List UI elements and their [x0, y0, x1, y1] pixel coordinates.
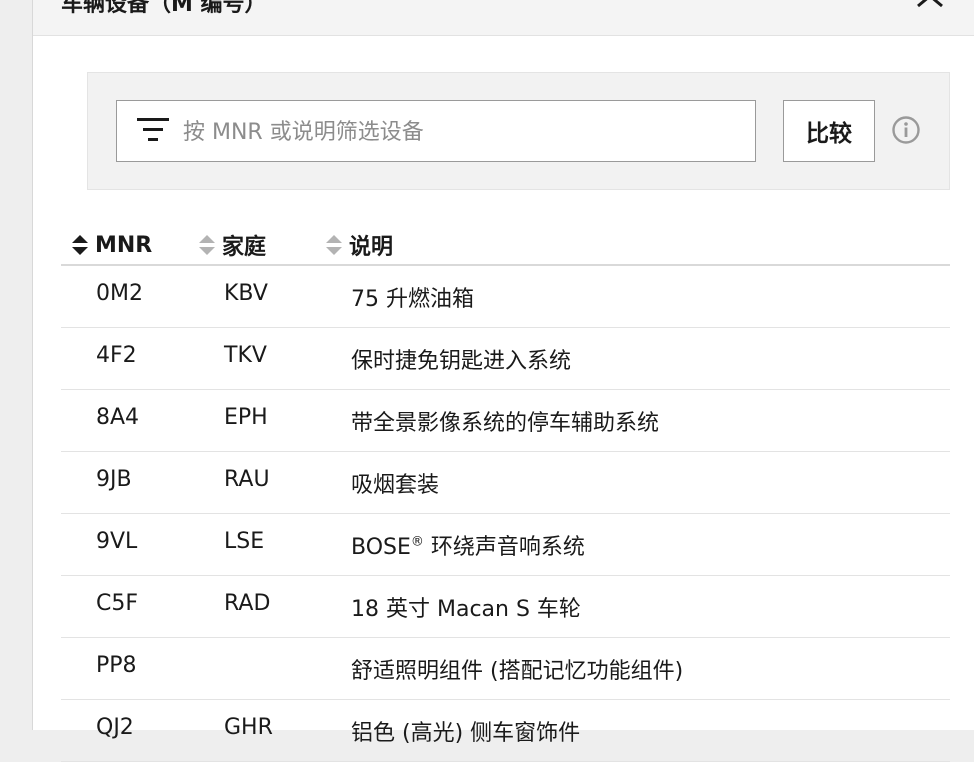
sort-icon — [199, 235, 215, 255]
column-label: 家庭 — [222, 235, 267, 260]
close-icon — [917, 0, 943, 8]
cell-description: 带全景影像系统的停车辅助系统 — [351, 411, 660, 436]
modal-header: 车辆设备（M 编号） — [33, 0, 974, 36]
table-row[interactable]: 9VL LSE BOSE® 环绕声音响系统 — [61, 514, 950, 576]
table-row[interactable]: 8A4 EPH 带全景影像系统的停车辅助系统 — [61, 390, 950, 452]
cell-family: EPH — [224, 405, 268, 430]
cell-description: 铝色 (高光) 侧车窗饰件 — [351, 721, 581, 746]
sort-icon — [72, 235, 88, 255]
cell-description: 75 升燃油箱 — [351, 287, 474, 312]
table-row[interactable]: PP8 舒适照明组件 (搭配记忆功能组件) — [61, 638, 950, 700]
cell-description: 舒适照明组件 (搭配记忆功能组件) — [351, 659, 684, 684]
cell-mnr: C5F — [96, 591, 139, 616]
cell-mnr: PP8 — [96, 653, 137, 678]
modal-title: 车辆设备（M 编号） — [61, 0, 267, 17]
cell-description: BOSE® 环绕声音响系统 — [351, 529, 585, 561]
cell-mnr: 0M2 — [96, 281, 143, 306]
cell-mnr: 9VL — [96, 529, 138, 554]
filter-input[interactable] — [181, 109, 745, 155]
filter-field[interactable] — [116, 100, 756, 162]
cell-family: TKV — [224, 343, 267, 368]
column-header-description[interactable]: 说明 — [325, 230, 393, 260]
filter-icon — [137, 118, 169, 141]
cell-description: 吸烟套装 — [351, 473, 440, 498]
table-row[interactable]: C5F RAD 18 英寸 Macan S 车轮 — [61, 576, 950, 638]
close-button[interactable] — [913, 0, 949, 16]
cell-family: GHR — [224, 715, 273, 740]
cell-family: RAU — [224, 467, 270, 492]
sort-icon — [326, 235, 342, 255]
cell-description: 18 英寸 Macan S 车轮 — [351, 597, 581, 622]
cell-mnr: QJ2 — [96, 715, 134, 740]
table-header: MNR 家庭 说明 — [61, 222, 950, 266]
cell-family: KBV — [224, 281, 268, 306]
compare-button[interactable]: 比较 — [783, 100, 875, 162]
column-label: MNR — [95, 232, 153, 258]
cell-mnr: 4F2 — [96, 343, 137, 368]
column-label: 说明 — [349, 235, 394, 260]
table-row[interactable]: 0M2 KBV 75 升燃油箱 — [61, 266, 950, 328]
description-brand: BOSE — [351, 535, 411, 560]
registered-mark: ® — [410, 534, 424, 550]
info-icon[interactable] — [891, 115, 921, 145]
column-header-mnr[interactable]: MNR — [71, 230, 152, 260]
cell-mnr: 8A4 — [96, 405, 140, 430]
filter-panel: 比较 — [87, 72, 950, 190]
cell-description: 保时捷免钥匙进入系统 — [351, 349, 572, 374]
description-rest: 环绕声音响系统 — [423, 535, 585, 560]
cell-family: RAD — [224, 591, 271, 616]
table-row[interactable]: 9JB RAU 吸烟套装 — [61, 452, 950, 514]
cell-family: LSE — [224, 529, 265, 554]
equipment-table: MNR 家庭 说明 0M2 KBV 75 升燃油箱 4F2 TKV 保时捷免钥匙… — [61, 222, 950, 762]
column-header-family[interactable]: 家庭 — [198, 230, 266, 260]
table-row[interactable]: 4F2 TKV 保时捷免钥匙进入系统 — [61, 328, 950, 390]
table-row[interactable]: QJ2 GHR 铝色 (高光) 侧车窗饰件 — [61, 700, 950, 762]
background-page — [0, 0, 32, 730]
cell-mnr: 9JB — [96, 467, 132, 492]
equipment-modal: 车辆设备（M 编号） 比较 — [32, 0, 974, 762]
